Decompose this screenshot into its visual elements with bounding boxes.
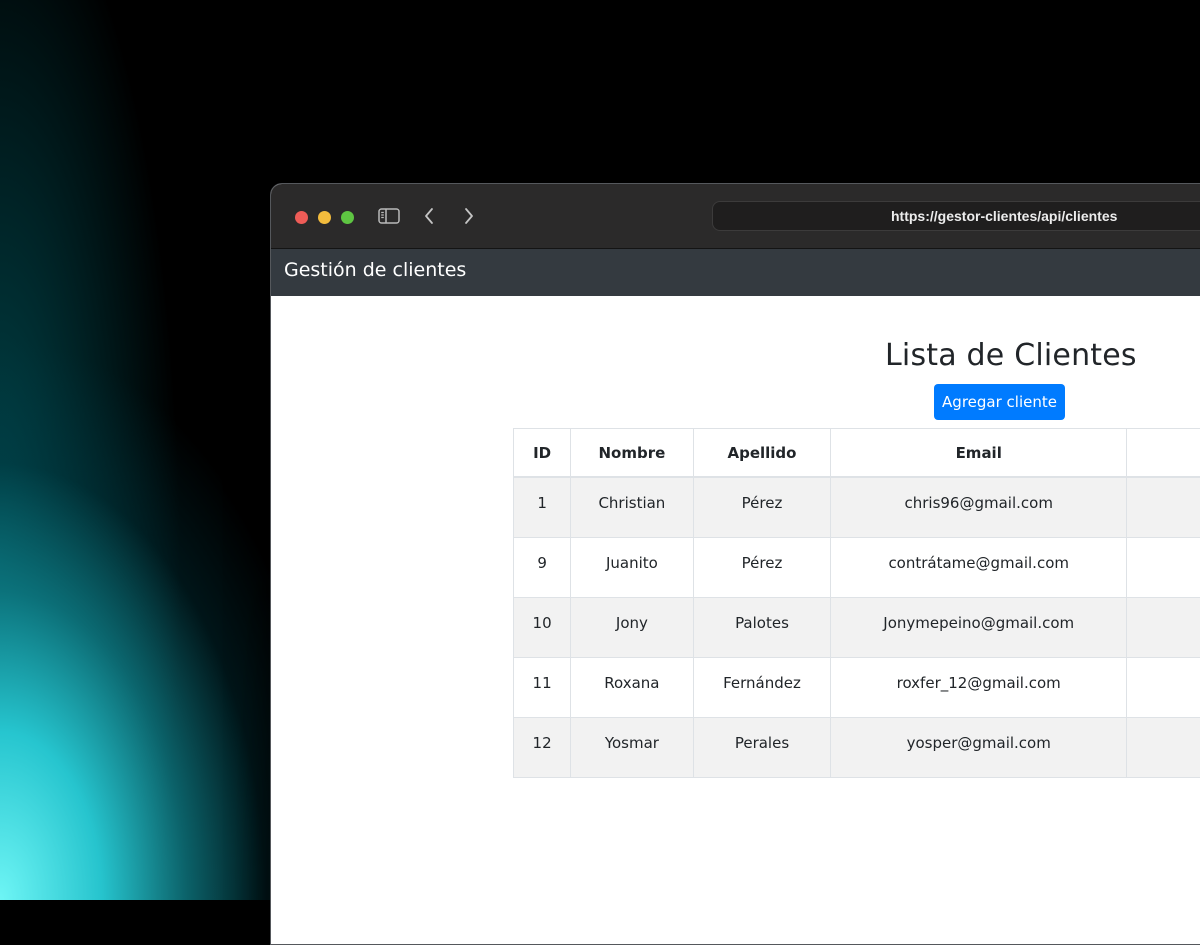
- minimize-window-button[interactable]: [318, 211, 331, 224]
- table-row: 9 Juanito Pérez contrátame@gmail.com: [514, 537, 1200, 597]
- cell-email: chris96@gmail.com: [831, 477, 1127, 537]
- add-client-button[interactable]: Agregar cliente: [934, 384, 1065, 420]
- cell-id: 9: [514, 537, 571, 597]
- app-navbar: Gestión de clientes: [271, 249, 1200, 296]
- cell-nombre: Christian: [571, 477, 693, 537]
- cell-actions: [1127, 537, 1200, 597]
- main-content: Lista de Clientes Agregar cliente ID Nom…: [271, 296, 1200, 944]
- cell-apellido: Perales: [693, 717, 831, 777]
- chevron-right-icon[interactable]: [457, 204, 481, 228]
- cell-apellido: Fernández: [693, 657, 831, 717]
- cell-email: roxfer_12@gmail.com: [831, 657, 1127, 717]
- column-header-actions: [1127, 429, 1200, 478]
- sidebar-toggle-icon[interactable]: [377, 204, 401, 228]
- cell-apellido: Pérez: [693, 477, 831, 537]
- cell-email: Jonymepeino@gmail.com: [831, 597, 1127, 657]
- cell-id: 11: [514, 657, 571, 717]
- cell-id: 1: [514, 477, 571, 537]
- cell-nombre: Jony: [571, 597, 693, 657]
- browser-titlebar: https://gestor-clientes/api/clientes: [271, 184, 1200, 249]
- cell-id: 12: [514, 717, 571, 777]
- column-header-id: ID: [514, 429, 571, 478]
- cell-apellido: Pérez: [693, 537, 831, 597]
- cell-nombre: Juanito: [571, 537, 693, 597]
- table-row: 12 Yosmar Perales yosper@gmail.com: [514, 717, 1200, 777]
- browser-window: https://gestor-clientes/api/clientes Ges…: [270, 183, 1200, 945]
- cell-nombre: Yosmar: [571, 717, 693, 777]
- table-header-row: ID Nombre Apellido Email: [514, 429, 1200, 478]
- cell-actions: [1127, 477, 1200, 537]
- cell-email: yosper@gmail.com: [831, 717, 1127, 777]
- clients-table: ID Nombre Apellido Email 1 Christian Pér…: [513, 428, 1200, 778]
- cell-actions: [1127, 657, 1200, 717]
- cell-actions: [1127, 597, 1200, 657]
- cell-email: contrátame@gmail.com: [831, 537, 1127, 597]
- column-header-email: Email: [831, 429, 1127, 478]
- chevron-left-icon[interactable]: [417, 204, 441, 228]
- maximize-window-button[interactable]: [341, 211, 354, 224]
- close-window-button[interactable]: [295, 211, 308, 224]
- cell-apellido: Palotes: [693, 597, 831, 657]
- table-row: 10 Jony Palotes Jonymepeino@gmail.com: [514, 597, 1200, 657]
- navbar-brand[interactable]: Gestión de clientes: [284, 249, 466, 291]
- table-row: 11 Roxana Fernández roxfer_12@gmail.com: [514, 657, 1200, 717]
- cell-nombre: Roxana: [571, 657, 693, 717]
- page-title: Lista de Clientes: [885, 338, 1137, 373]
- cell-actions: [1127, 717, 1200, 777]
- address-bar[interactable]: https://gestor-clientes/api/clientes: [712, 201, 1200, 231]
- table-row: 1 Christian Pérez chris96@gmail.com: [514, 477, 1200, 537]
- column-header-nombre: Nombre: [571, 429, 693, 478]
- column-header-apellido: Apellido: [693, 429, 831, 478]
- cell-id: 10: [514, 597, 571, 657]
- address-bar-url: https://gestor-clientes/api/clientes: [891, 202, 1117, 230]
